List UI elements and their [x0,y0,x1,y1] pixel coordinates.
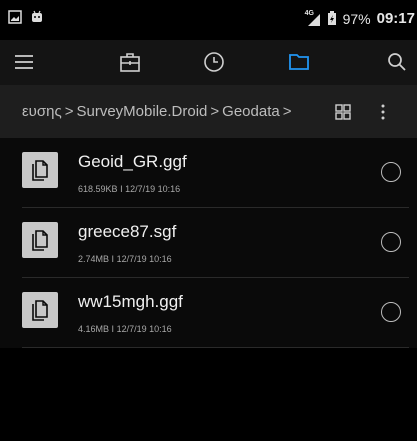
list-item[interactable]: Geoid_GR.ggf 618.59KB I 12/7/19 10:16 [0,138,417,208]
file-date: 12/7/19 10:16 [125,184,181,194]
breadcrumb-item[interactable]: SurveyMobile.Droid [77,103,208,120]
file-name: ww15mgh.ggf [78,292,183,311]
clock-time: 09:17 [376,10,415,27]
breadcrumb-separator: > [282,103,292,120]
breadcrumb: ευσης > SurveyMobile.Droid > Geodata > [0,85,417,138]
file-date: 12/7/19 10:16 [116,254,172,264]
file-size: 4.16MB [78,324,110,334]
clock-icon[interactable] [202,50,226,74]
status-right: 4G 97% 09:17 [305,10,415,28]
breadcrumb-item[interactable]: Geodata [222,103,280,120]
file-icon [22,292,58,328]
list-item[interactable]: ww15mgh.ggf 4.16MB I 12/7/19 10:16 [0,278,417,348]
breadcrumb-separator: > [64,103,74,120]
toolbar [0,40,417,85]
file-name: greece87.sgf [78,222,177,241]
file-name: Geoid_GR.ggf [78,152,187,171]
file-date: 12/7/19 10:16 [116,324,172,334]
battery-percent: 97% [342,10,371,27]
file-meta: 618.59KB I 12/7/19 10:16 [78,184,180,194]
divider [22,347,409,348]
battery-charging-icon [327,11,336,25]
meta-separator: I [111,324,115,334]
search-icon[interactable] [385,50,409,74]
status-left [8,10,44,24]
file-list: Geoid_GR.ggf 618.59KB I 12/7/19 10:16 gr… [0,138,417,348]
grid-view-icon[interactable] [334,103,352,121]
select-radio[interactable] [381,232,401,252]
select-radio[interactable] [381,162,401,182]
meta-separator: I [111,254,115,264]
gallery-icon [8,10,22,24]
file-icon [22,222,58,258]
file-icon [22,152,58,188]
more-options-icon[interactable] [380,103,386,121]
menu-icon[interactable] [12,50,36,74]
list-item[interactable]: greece87.sgf 2.74MB I 12/7/19 10:16 [0,208,417,278]
status-bar: 4G 97% 09:17 [0,0,417,40]
file-size: 618.59KB [78,184,118,194]
file-meta: 2.74MB I 12/7/19 10:16 [78,254,172,264]
breadcrumb-item[interactable]: ευσης [22,103,62,120]
briefcase-icon[interactable] [118,50,142,74]
android-icon [32,10,42,22]
breadcrumb-separator: > [210,103,220,120]
meta-separator: I [120,184,123,194]
signal-icon: 4G [305,10,321,26]
breadcrumb-path: ευσης > SurveyMobile.Droid > Geodata > [22,103,294,120]
file-size: 2.74MB [78,254,110,264]
file-meta: 4.16MB I 12/7/19 10:16 [78,324,172,334]
folder-icon[interactable] [287,50,311,74]
select-radio[interactable] [381,302,401,322]
